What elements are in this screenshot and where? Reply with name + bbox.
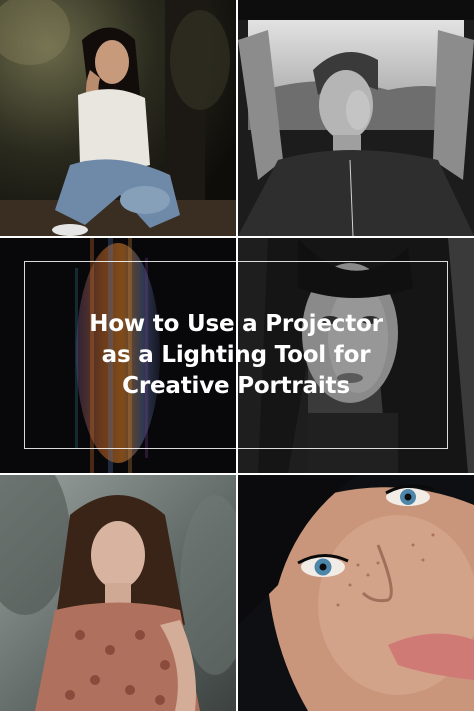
photo-woman-floral-dress	[0, 475, 236, 711]
photo-man-car-window-bw	[238, 0, 474, 236]
title-line-1: How to Use a Projector	[89, 310, 383, 337]
pin-title: How to Use a Projector as a Lighting Too…	[24, 261, 448, 449]
title-line-3: Creative Portraits	[122, 372, 350, 399]
portrait-collage: How to Use a Projector as a Lighting Too…	[0, 0, 474, 711]
photo-freckled-face-closeup	[238, 475, 474, 711]
title-line-2: as a Lighting Tool for	[101, 341, 371, 368]
photo-woman-sitting-forest	[0, 0, 236, 236]
